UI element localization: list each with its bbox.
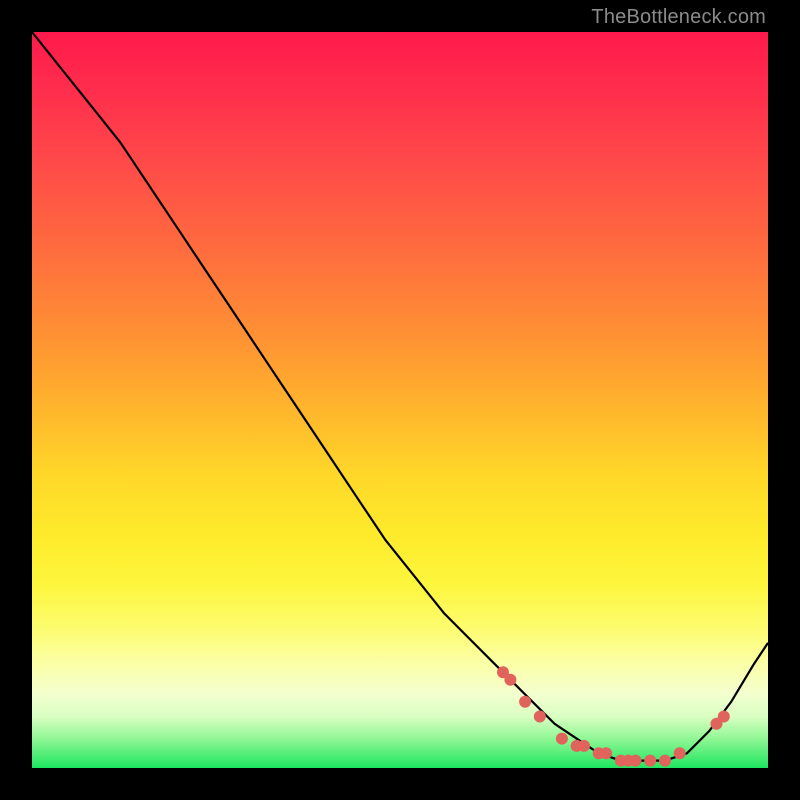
- sample-dot: [644, 755, 656, 767]
- attribution-text: TheBottleneck.com: [591, 6, 766, 29]
- bottleneck-curve: [32, 32, 768, 761]
- curve-path: [32, 32, 768, 761]
- sample-dot: [578, 740, 590, 752]
- sample-dot: [534, 711, 546, 723]
- curve-layer: [32, 32, 768, 768]
- sample-dot: [674, 747, 686, 759]
- sample-dot: [718, 711, 730, 723]
- sample-dots: [497, 666, 730, 766]
- sample-dot: [556, 733, 568, 745]
- sample-dot: [504, 674, 516, 686]
- sample-dot: [519, 696, 531, 708]
- sample-dot: [600, 747, 612, 759]
- sample-dot: [630, 755, 642, 767]
- chart-frame: TheBottleneck.com: [0, 0, 800, 800]
- sample-dot: [659, 755, 671, 767]
